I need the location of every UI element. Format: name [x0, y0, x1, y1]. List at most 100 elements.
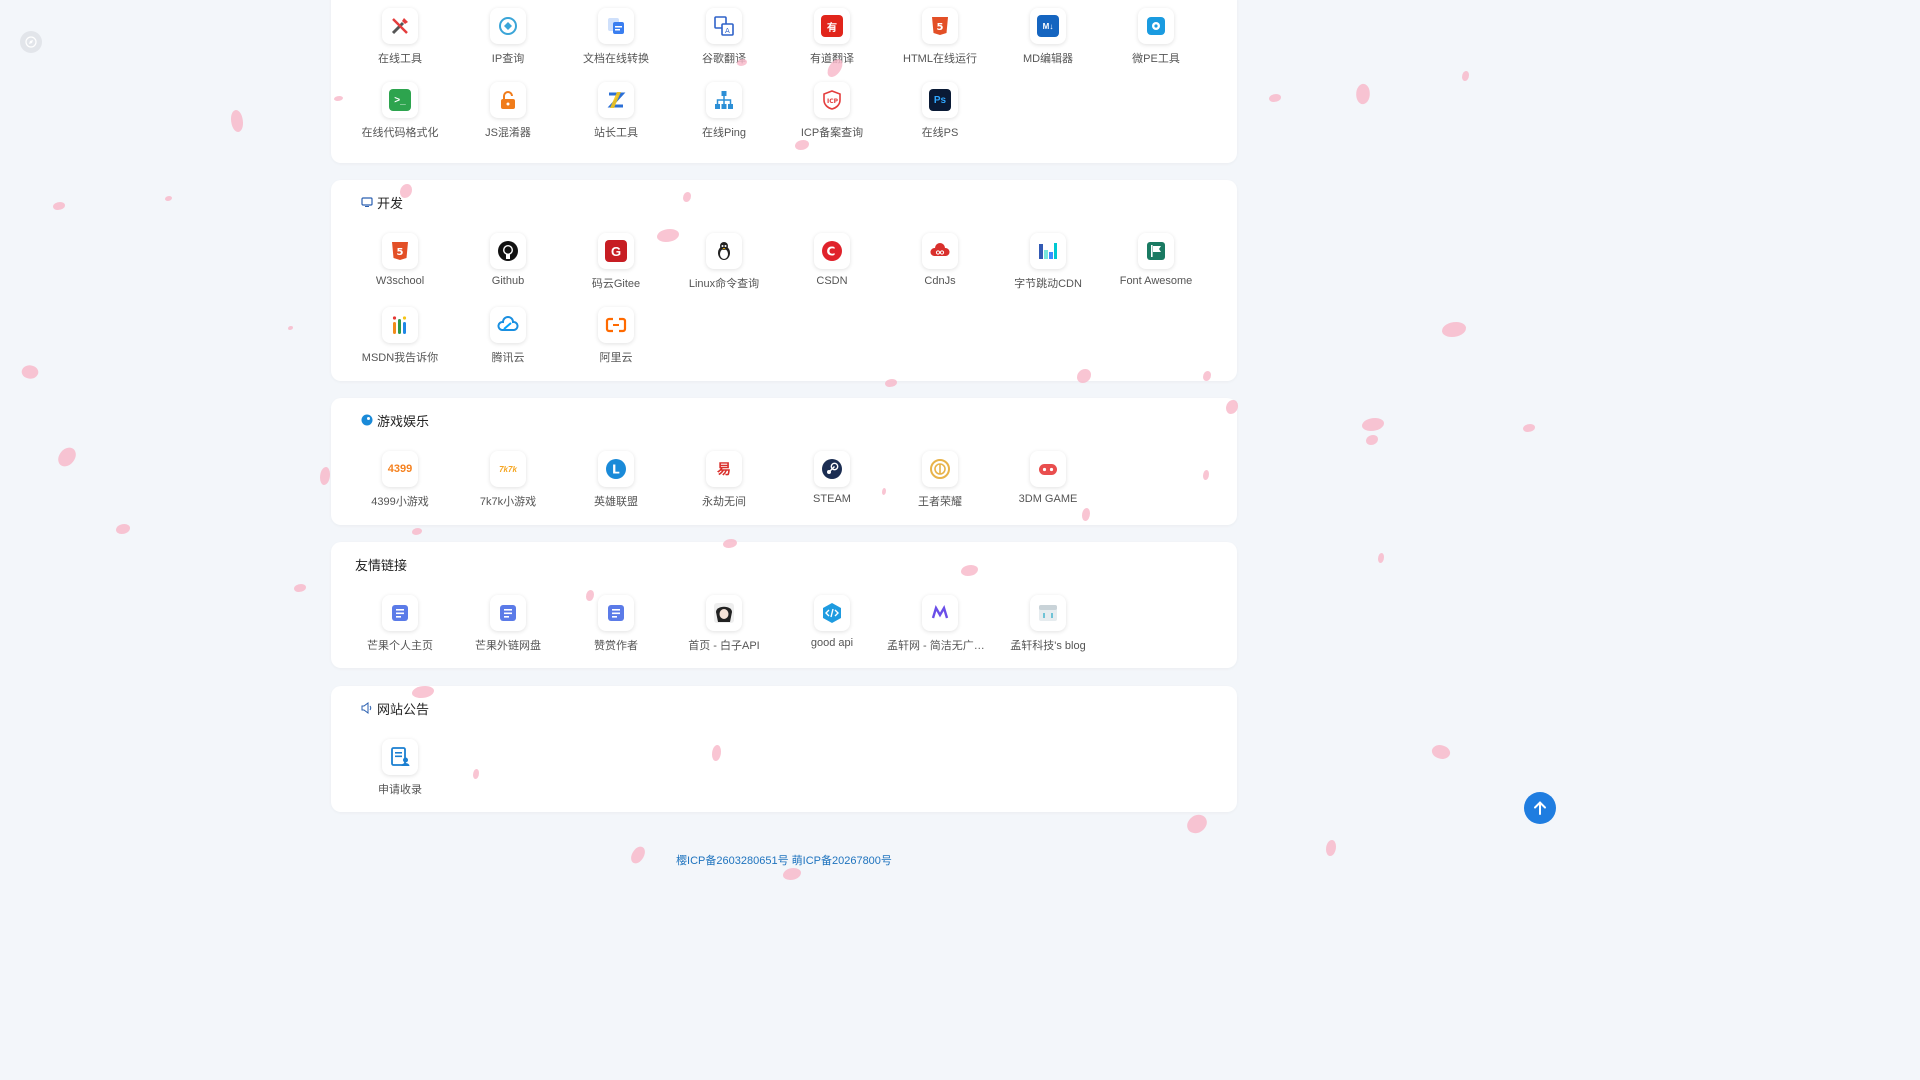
apply-icon [391, 747, 410, 766]
item-label: 在线PS [921, 127, 959, 139]
notice-section-title: 网站公告 [377, 701, 430, 717]
petal [294, 584, 306, 592]
links-section-title: 友情链接 [355, 557, 408, 573]
page-icon [392, 605, 408, 621]
page-icon [608, 605, 624, 621]
petal [1354, 82, 1372, 106]
svg-text:5: 5 [397, 247, 404, 258]
page-icon [500, 605, 516, 621]
link-cdnjs[interactable]: CdnJs [886, 225, 994, 299]
petal [1184, 811, 1210, 837]
link-online-tools[interactable]: 在线工具 [346, 0, 454, 74]
icp-icon: ICP [823, 90, 841, 110]
link-code-format[interactable]: >_ 在线代码格式化 [346, 74, 454, 148]
section-title: 游戏娱乐 [361, 410, 429, 430]
link-4399[interactable]: 4399 4399小游戏 [346, 443, 454, 517]
dev-grid: 5 W3school Github G 码云Gitee Linux命令查询 C … [346, 225, 1222, 373]
markdown-icon: M↓ [1037, 15, 1059, 37]
font-awesome-icon [1147, 242, 1165, 260]
item-label: 在线代码格式化 [361, 127, 439, 139]
link-ip-query[interactable]: IP查询 [454, 0, 562, 74]
link-bytedance-cdn[interactable]: 字节跳动CDN [994, 225, 1102, 299]
link-aliyun[interactable]: 阿里云 [562, 299, 670, 373]
compass-button[interactable] [20, 31, 42, 53]
link-md-editor[interactable]: M↓ MD编辑器 [994, 0, 1102, 74]
link-apply[interactable]: 申请收录 [346, 731, 454, 805]
svg-text:ICP: ICP [827, 98, 839, 105]
link-steam[interactable]: STEAM [778, 443, 886, 517]
link-font-awesome[interactable]: Font Awesome [1102, 225, 1210, 299]
icp-link-2[interactable]: 萌ICP备20267800号 [792, 855, 892, 867]
link-github[interactable]: Github [454, 225, 562, 299]
link-gitee[interactable]: G 码云Gitee [562, 225, 670, 299]
tools-icon [391, 18, 408, 35]
link-naraka[interactable]: 易 永劫无间 [670, 443, 778, 517]
link-webmaster-tools[interactable]: 站长工具 [562, 74, 670, 148]
gitee-icon: G [605, 240, 627, 262]
icp-link-1[interactable]: 樱ICP备2603280651号 [676, 855, 789, 867]
link-mango-drive[interactable]: 芒果外链网盘 [454, 587, 562, 661]
svg-text:C: C [827, 245, 836, 259]
link-msdn[interactable]: MSDN我告诉你 [346, 299, 454, 373]
link-w3school[interactable]: 5 W3school [346, 225, 454, 299]
item-label: Github [491, 275, 525, 287]
link-icp-query[interactable]: ICP ICP备案查询 [778, 74, 886, 148]
link-google-translate[interactable]: A 谷歌翻译 [670, 0, 778, 74]
petal [1366, 435, 1378, 445]
item-label: 赞赏作者 [594, 640, 638, 652]
item-label: 芒果个人主页 [367, 640, 433, 652]
link-js-obfuscator[interactable]: JS混淆器 [454, 74, 562, 148]
w3school-icon: 5 [392, 242, 408, 260]
link-donate[interactable]: 赞赏作者 [562, 587, 670, 661]
petal [783, 868, 801, 880]
dev-card: 开发 5 W3school Github G 码云Gitee Linux命令查询… [331, 180, 1237, 381]
bytedance-icon [1039, 243, 1057, 259]
link-lol[interactable]: L 英雄联盟 [562, 443, 670, 517]
petal [165, 196, 172, 201]
item-label: JS混淆器 [485, 127, 531, 139]
petal [228, 108, 246, 134]
item-label: 文档在线转换 [583, 53, 649, 65]
wepe-icon [1147, 17, 1165, 35]
petal [885, 379, 897, 387]
link-wepe[interactable]: 微PE工具 [1102, 0, 1210, 74]
link-honor-of-kings[interactable]: 王者荣耀 [886, 443, 994, 517]
petal [1269, 94, 1281, 102]
link-linux[interactable]: Linux命令查询 [670, 225, 778, 299]
petal [320, 467, 330, 485]
avatar-icon [714, 603, 734, 623]
item-label: 芒果外链网盘 [475, 640, 541, 652]
item-label: IP查询 [491, 53, 525, 65]
petal [1378, 553, 1384, 563]
svg-text:A: A [725, 27, 730, 35]
petal [288, 326, 293, 330]
item-label: MSDN我告诉你 [361, 352, 439, 364]
cdnjs-icon [930, 243, 950, 256]
link-3dm[interactable]: 3DM GAME [994, 443, 1102, 517]
lock-icon [501, 91, 515, 109]
item-label: 在线工具 [378, 53, 422, 65]
link-mango-home[interactable]: 芒果个人主页 [346, 587, 454, 661]
item-label: 英雄联盟 [594, 496, 638, 508]
petal [56, 444, 78, 470]
link-online-ps[interactable]: Ps 在线PS [886, 74, 994, 148]
link-html-run[interactable]: 5 HTML在线运行 [886, 0, 994, 74]
back-to-top-button[interactable] [1524, 792, 1556, 824]
link-mengxuan-blog[interactable]: 孟轩科技's blog [994, 587, 1102, 661]
item-label: 在线Ping [701, 127, 747, 139]
item-label: 首页 - 白子API [688, 640, 760, 652]
petal [1523, 424, 1535, 432]
photoshop-icon: Ps [929, 89, 951, 111]
link-online-ping[interactable]: 在线Ping [670, 74, 778, 148]
item-label: 微PE工具 [1132, 53, 1180, 65]
link-baizi-api[interactable]: 首页 - 白子API [670, 587, 778, 661]
link-tencent-cloud[interactable]: 腾讯云 [454, 299, 562, 373]
link-7k7k[interactable]: 7k7k 7k7k小游戏 [454, 443, 562, 517]
compass-icon [25, 36, 37, 48]
link-csdn[interactable]: C CSDN [778, 225, 886, 299]
arrow-up-icon [1534, 801, 1546, 815]
link-doc-convert[interactable]: 文档在线转换 [562, 0, 670, 74]
item-label: 7k7k小游戏 [479, 496, 537, 508]
link-mengxuan[interactable]: 孟轩网 - 简洁无广告… [886, 587, 994, 661]
link-good-api[interactable]: good api [778, 587, 886, 661]
